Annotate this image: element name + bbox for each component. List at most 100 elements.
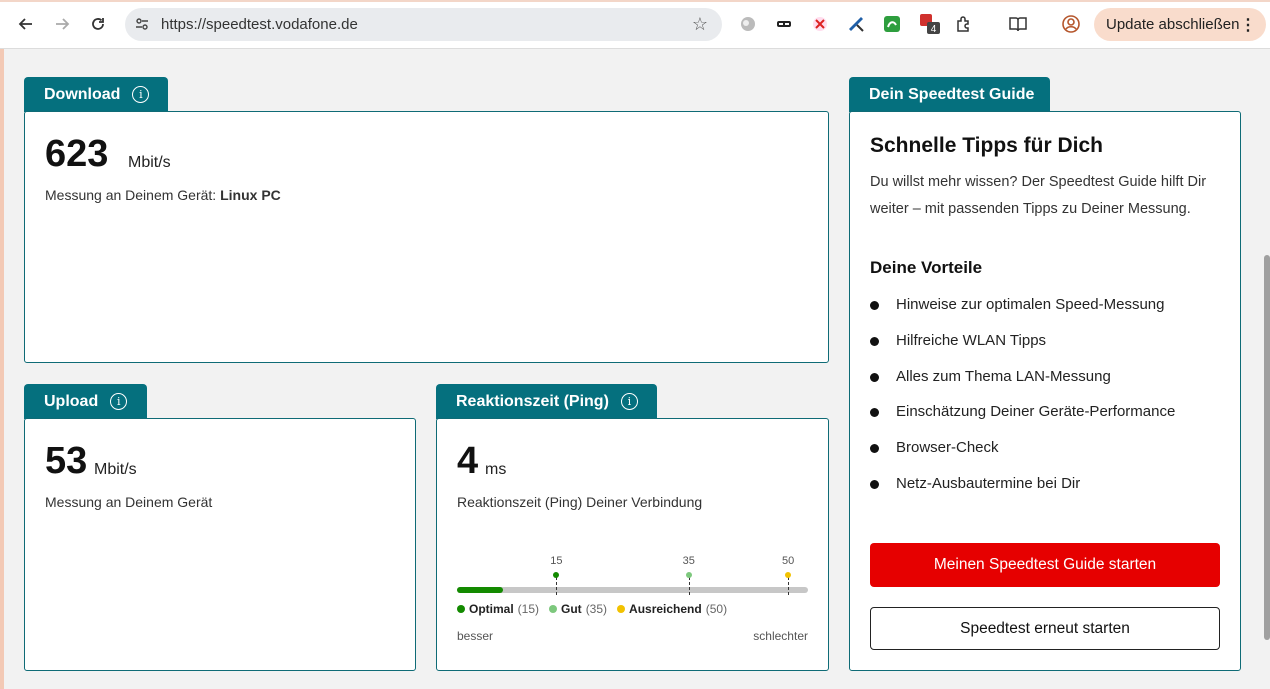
benefit-text: Hilfreiche WLAN Tipps xyxy=(896,331,1047,349)
profile-icon[interactable] xyxy=(1061,14,1081,34)
extension-4-icon[interactable] xyxy=(846,14,866,34)
window-edge xyxy=(0,49,4,689)
bullet-icon xyxy=(870,408,879,418)
scrollbar-thumb[interactable] xyxy=(1264,255,1270,640)
legend-name: Optimal xyxy=(469,602,514,616)
download-tab-label: Download xyxy=(44,85,121,103)
tick-label: 50 xyxy=(782,555,795,567)
ping-scale-fill xyxy=(457,587,504,593)
measure-prefix: Messung an Deinem Gerät: xyxy=(45,187,221,203)
legend-value: (50) xyxy=(705,602,728,616)
info-icon[interactable]: i xyxy=(132,86,150,103)
download-unit: Mbit/s xyxy=(128,154,171,171)
ping-description: Reaktionszeit (Ping) Deiner Verbindung xyxy=(457,494,703,510)
restart-speedtest-button[interactable]: Speedtest erneut starten xyxy=(870,607,1220,650)
tick-mark xyxy=(788,577,790,595)
update-button[interactable]: Update abschließen ⋮ xyxy=(1094,8,1266,41)
guide-card: Schnelle Tipps für Dich Du willst mehr w… xyxy=(849,111,1241,671)
scale-worse-label: schlechter xyxy=(753,629,808,643)
page-scrollbar[interactable] xyxy=(1262,49,1270,689)
upload-tab-label: Upload xyxy=(44,392,99,410)
bullet-icon xyxy=(870,479,879,489)
tick-dot xyxy=(785,572,792,578)
download-measure-text: Messung an Deinem Gerät: Linux PC xyxy=(45,187,281,203)
extension-3-icon[interactable] xyxy=(810,14,830,34)
legend-dot xyxy=(549,605,558,613)
bullet-icon xyxy=(870,301,879,310)
tick-label: 15 xyxy=(550,555,563,567)
benefit-text: Einschätzung Deiner Geräte-Performance xyxy=(896,403,1176,421)
list-item: Alles zum Thema LAN-Messung xyxy=(870,368,1175,404)
bullet-icon xyxy=(870,444,879,454)
tick-mark xyxy=(688,577,690,595)
start-guide-button[interactable]: Meinen Speedtest Guide starten xyxy=(870,543,1220,587)
svg-text:4: 4 xyxy=(931,24,937,35)
legend-value: (15) xyxy=(517,602,540,616)
list-item: Netz-Ausbautermine bei Dir xyxy=(870,475,1175,511)
scale-better-label: besser xyxy=(457,629,494,643)
legend-dot xyxy=(457,605,465,613)
benefit-text: Netz-Ausbautermine bei Dir xyxy=(896,474,1081,492)
benefit-text: Hinweise zur optimalen Speed-Messung xyxy=(896,296,1165,313)
tab-upload: Upload i xyxy=(24,384,147,419)
upload-card: 53 Mbit/s Messung an Deinem Gerät xyxy=(24,418,416,671)
bullet-icon xyxy=(870,372,879,382)
ping-legend: Optimal (15) Gut (35) Ausreichend (50) xyxy=(457,602,727,616)
download-card: 623 Mbit/s Messung an Deinem Gerät: Linu… xyxy=(24,111,829,363)
extension-2-icon[interactable] xyxy=(774,14,794,34)
legend-item-optimal: Optimal (15) xyxy=(457,602,539,616)
forward-icon[interactable] xyxy=(48,10,76,38)
ping-value: 4 xyxy=(457,440,479,482)
benefits-list: Hinweise zur optimalen Speed-Messung Hil… xyxy=(870,296,1175,511)
tick-dot xyxy=(553,572,560,578)
list-item: Hinweise zur optimalen Speed-Messung xyxy=(870,296,1175,332)
menu-icon[interactable]: ⋮ xyxy=(1240,15,1256,35)
info-icon[interactable]: i xyxy=(110,393,128,410)
legend-item-ausreichend: Ausreichend (50) xyxy=(617,602,727,616)
upload-value: 53 xyxy=(45,440,88,482)
browser-toolbar: https://speedtest.vodafone.de ☆ 4 Update… xyxy=(0,0,1270,49)
reading-list-icon[interactable] xyxy=(1007,14,1029,34)
benefit-text: Browser-Check xyxy=(896,439,999,457)
guide-text: Du willst mehr wissen? Der Speedtest Gui… xyxy=(870,174,1207,217)
legend-dot xyxy=(617,605,626,613)
extension-6-icon[interactable]: 4 xyxy=(918,14,942,35)
guide-subtitle: Deine Vorteile xyxy=(870,258,983,277)
tab-guide: Dein Speedtest Guide xyxy=(849,77,1050,112)
upload-unit: Mbit/s xyxy=(94,461,137,478)
tick-dot xyxy=(685,572,692,578)
tab-strip-edge xyxy=(0,0,1270,2)
bookmark-star-icon[interactable]: ☆ xyxy=(692,14,708,35)
legend-name: Ausreichend xyxy=(629,602,702,616)
benefit-text: Alles zum Thema LAN-Messung xyxy=(896,367,1111,385)
legend-item-gut: Gut (35) xyxy=(549,602,607,616)
tab-ping: Reaktionszeit (Ping) i xyxy=(436,384,657,419)
tab-download: Download i xyxy=(24,77,168,112)
tick-mark xyxy=(556,577,558,595)
info-icon[interactable]: i xyxy=(620,393,638,410)
ping-tab-label: Reaktionszeit (Ping) xyxy=(456,392,609,410)
tick-label: 35 xyxy=(682,555,695,567)
address-bar[interactable]: https://speedtest.vodafone.de ☆ xyxy=(125,8,722,41)
url-text[interactable]: https://speedtest.vodafone.de xyxy=(161,16,358,33)
guide-tab-label: Dein Speedtest Guide xyxy=(869,85,1035,103)
list-item: Hilfreiche WLAN Tipps xyxy=(870,332,1175,368)
extension-5-icon[interactable] xyxy=(882,14,902,34)
back-icon[interactable] xyxy=(12,10,40,38)
ping-scale-track xyxy=(457,587,808,593)
bullet-icon xyxy=(870,336,879,346)
legend-name: Gut xyxy=(561,602,582,616)
list-item: Einschätzung Deiner Geräte-Performance xyxy=(870,403,1175,439)
site-settings-icon[interactable] xyxy=(134,16,150,32)
list-item: Browser-Check xyxy=(870,439,1175,475)
reload-icon[interactable] xyxy=(84,10,112,38)
extension-1-icon[interactable] xyxy=(738,14,758,34)
guide-title: Schnelle Tipps für Dich xyxy=(870,134,1103,157)
extensions-icon[interactable] xyxy=(954,14,974,34)
upload-measure-text: Messung an Deinem Gerät xyxy=(45,494,213,510)
download-value: 623 xyxy=(45,133,109,175)
legend-value: (35) xyxy=(585,602,608,616)
update-button-label: Update abschließen xyxy=(1106,16,1240,33)
ping-unit: ms xyxy=(485,461,507,478)
ping-card: 4 ms Reaktionszeit (Ping) Deiner Verbind… xyxy=(436,418,829,671)
